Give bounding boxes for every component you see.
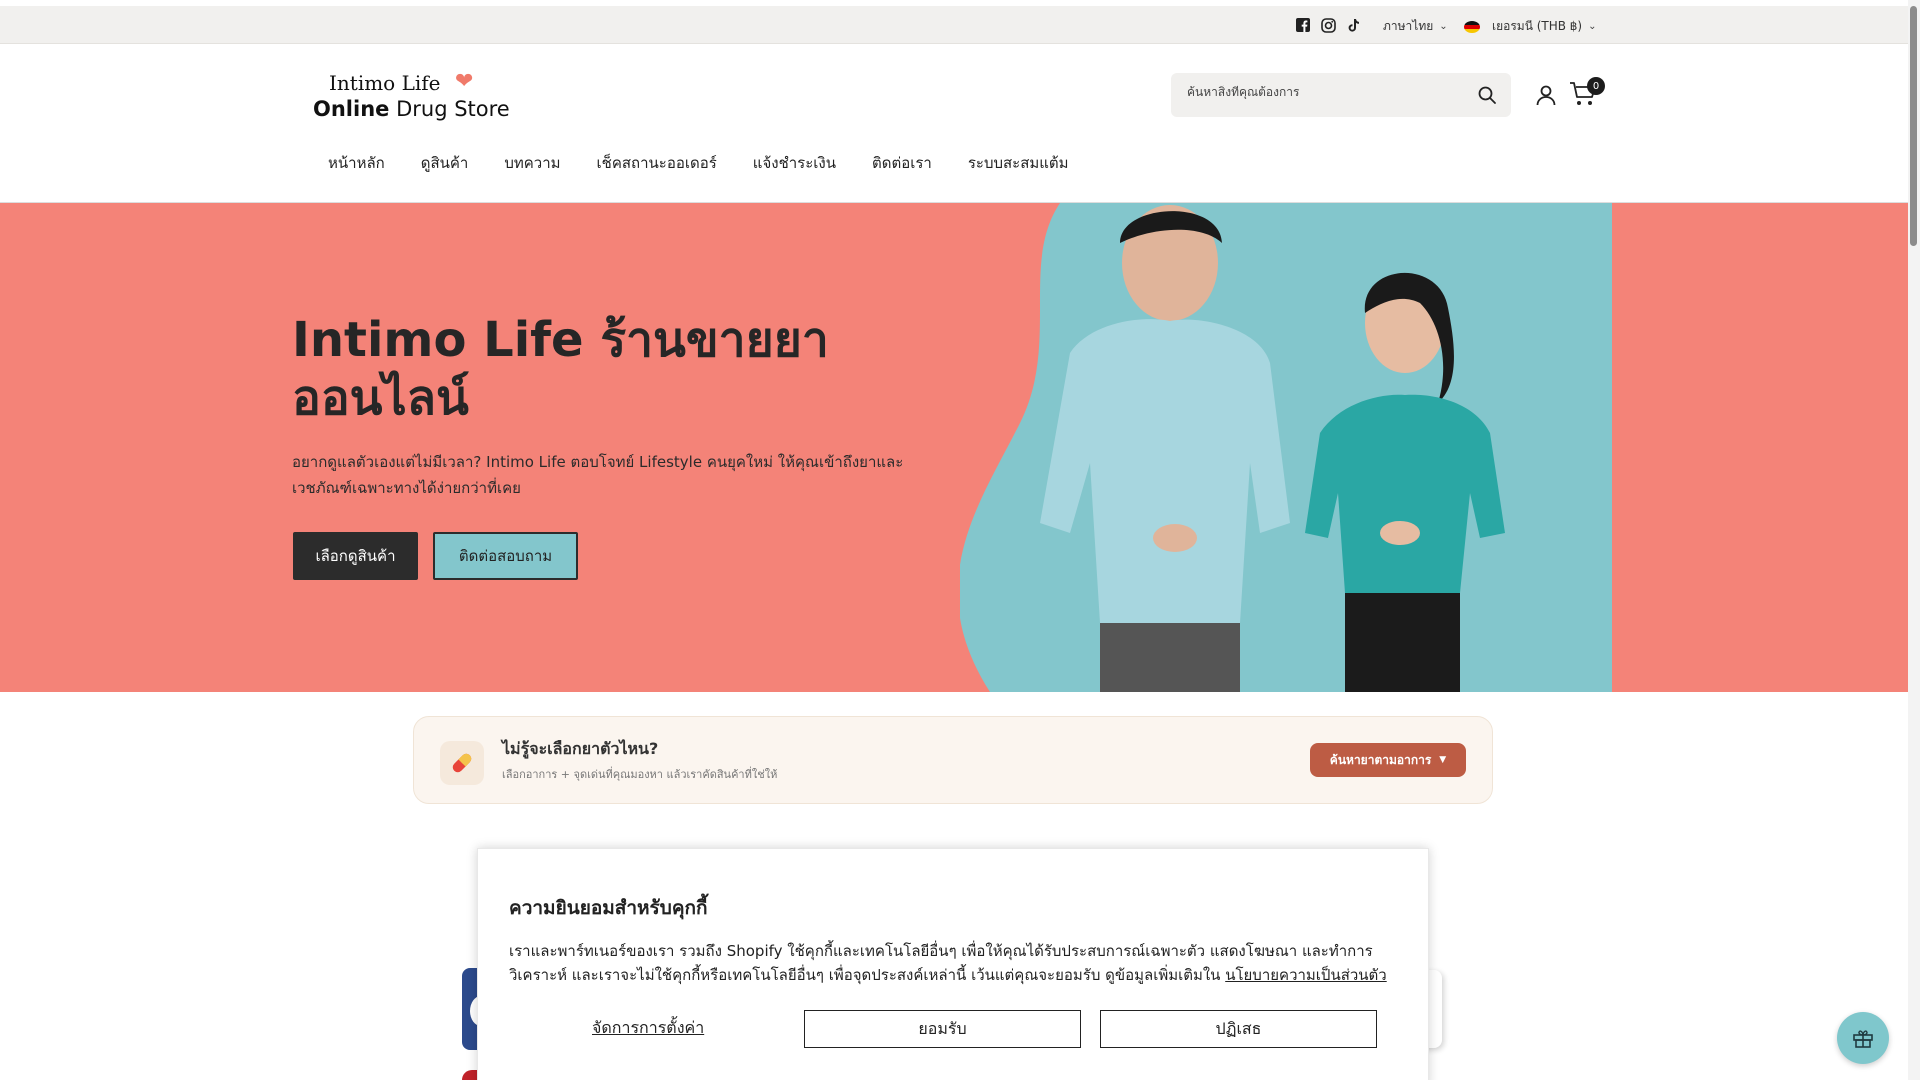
germany-flag-icon — [1464, 20, 1480, 33]
cookie-body-line1: เราและพาร์ทเนอร์ของเรา รวมถึง Shopify ใช… — [509, 942, 1373, 960]
top-bar: ภาษาไทย ⌄ เยอรมนี (THB ฿) ⌄ — [0, 6, 1908, 44]
contact-us-button[interactable]: ติดต่อสอบถาม — [433, 532, 578, 580]
nav-item-home[interactable]: หน้าหลัก — [328, 151, 385, 175]
symptom-finder-title: ไม่รู้จะเลือกยาตัวไหน? — [502, 739, 659, 758]
site-header: Intimo Life ❤ Online Drug Store 0 หน้าหล… — [0, 45, 1908, 203]
language-label: ภาษาไทย — [1383, 19, 1434, 33]
hero-title: Intimo Life ร้านขายยาออนไลน์ — [292, 312, 829, 426]
cookie-body-line2: วิเคราะห์ และเราจะไม่ใช้คุกกี้หรือเทคโนโ… — [509, 966, 1226, 984]
currency-label: เยอรมนี (THB ฿) — [1492, 19, 1583, 33]
symptom-finder-card: ไม่รู้จะเลือกยาตัวไหน? เลือกอาการ + จุดเ… — [413, 716, 1493, 804]
currency-selector[interactable]: เยอรมนี (THB ฿) ⌄ — [1464, 17, 1597, 36]
nav-item-payment[interactable]: แจ้งชำระเงิน — [753, 151, 836, 175]
chevron-down-icon: ⌄ — [1439, 21, 1448, 32]
language-selector[interactable]: ภาษาไทย ⌄ — [1383, 17, 1448, 36]
search-by-symptom-label: ค้นหายาตามอาการ — [1329, 752, 1432, 767]
logo-line2: Online Drug Store — [313, 97, 510, 121]
cookie-title: ความยินยอมสำหรับคุกกี้ — [509, 897, 708, 919]
nav-item-contact[interactable]: ติดต่อเรา — [872, 151, 932, 175]
cart-count-badge: 0 — [1587, 77, 1605, 95]
decline-button[interactable]: ปฏิเสธ — [1100, 1010, 1377, 1048]
chevron-down-icon: ⌄ — [1588, 21, 1597, 32]
search-icon[interactable] — [1477, 85, 1497, 105]
heart-icon: ❤ — [455, 69, 474, 94]
account-icon[interactable] — [1534, 83, 1558, 107]
nav-item-products[interactable]: ดูสินค้า — [421, 151, 469, 175]
nav-item-articles[interactable]: บทความ — [504, 151, 560, 175]
hero-description: อยากดูแลตัวเองแต่ไม่มีเวลา? Intimo Life … — [292, 453, 904, 497]
search-box — [1171, 73, 1511, 117]
privacy-policy-link[interactable]: นโยบายความเป็นส่วนตัว — [1225, 966, 1387, 984]
search-by-symptom-button[interactable]: ค้นหายาตามอาการ ▼ — [1310, 743, 1466, 777]
logo-line1: Intimo Life — [329, 71, 441, 95]
hero-image — [960, 203, 1612, 692]
browse-products-button[interactable]: เลือกดูสินค้า — [293, 532, 418, 580]
accept-button[interactable]: ยอมรับ — [804, 1010, 1081, 1048]
rewards-gift-button[interactable] — [1837, 1012, 1889, 1064]
logo-line2-bold: Online — [313, 97, 390, 121]
facebook-icon[interactable] — [1296, 16, 1310, 34]
logo-line2-rest: Drug Store — [389, 97, 510, 121]
cookie-consent-dialog: ความยินยอมสำหรับคุกกี้ เราและพาร์ทเนอร์ข… — [477, 848, 1429, 1080]
site-logo[interactable]: Intimo Life ❤ Online Drug Store — [313, 69, 510, 129]
nav-item-points[interactable]: ระบบสะสมแต้ม — [968, 151, 1069, 175]
tiktok-icon[interactable] — [1347, 16, 1360, 34]
scrollbar-thumb[interactable] — [1910, 6, 1917, 246]
main-nav: หน้าหลัก ดูสินค้า บทความ เช็คสถานะออเดอร… — [328, 151, 1069, 175]
pill-icon — [440, 741, 484, 785]
search-input[interactable] — [1187, 85, 1467, 99]
hero-banner: Intimo Life ร้านขายยาออนไลน์ อยากดูแลตัว… — [0, 203, 1908, 692]
cookie-body: เราและพาร์ทเนอร์ของเรา รวมถึง Shopify ใช… — [509, 939, 1409, 987]
gift-icon — [1853, 1030, 1873, 1048]
caret-down-icon: ▼ — [1439, 755, 1447, 765]
instagram-icon[interactable] — [1321, 16, 1336, 34]
symptom-finder-subtitle: เลือกอาการ + จุดเด่นที่คุณมองหา แล้วเราค… — [502, 768, 778, 781]
nav-item-order-status[interactable]: เช็คสถานะออเดอร์ — [597, 151, 717, 175]
manage-preferences-link[interactable]: จัดการการตั้งค่า — [592, 1016, 704, 1041]
